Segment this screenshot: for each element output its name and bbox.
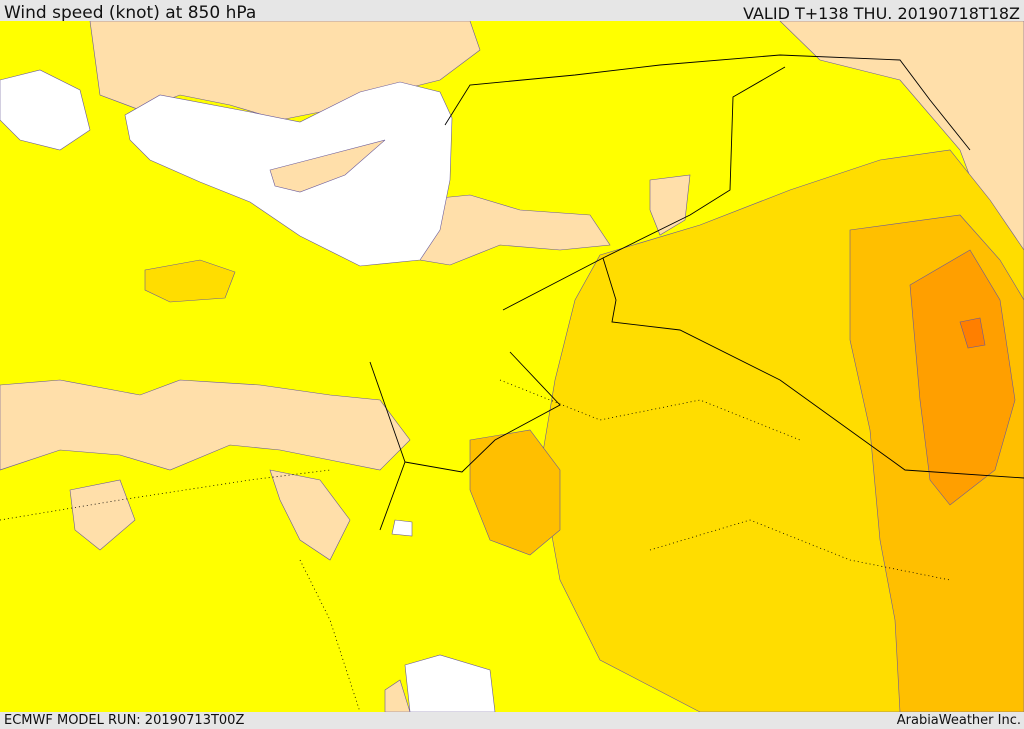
wind-speed-map — [0, 21, 1024, 712]
dead-sea-gulf — [391, 519, 413, 537]
footer-bar: ECMWF MODEL RUN: 20190713T00Z ArabiaWeat… — [0, 712, 1024, 729]
model-run: ECMWF MODEL RUN: 20190713T00Z — [4, 713, 245, 728]
brand-credit: ArabiaWeather Inc. — [896, 713, 1021, 728]
map-title: Wind speed (knot) at 850 hPa — [4, 3, 257, 23]
header-bar: Wind speed (knot) at 850 hPa VALID T+138… — [0, 0, 1024, 23]
